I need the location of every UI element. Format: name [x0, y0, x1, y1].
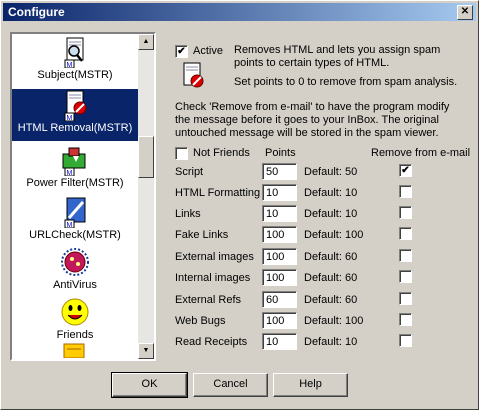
document-no-icon: M: [64, 90, 87, 121]
default-external-images: Default: 60: [304, 251, 358, 263]
sidebar-item-subject[interactable]: M Subject(MSTR): [12, 36, 138, 81]
remove-checkbox-web-bugs[interactable]: [399, 313, 412, 326]
scroll-up-button[interactable]: ▲: [138, 34, 154, 50]
configure-dialog: Configure ✕ M Subject(MSTR) M HTML Remov…: [0, 0, 479, 410]
remove-checkbox-html-formatting[interactable]: [399, 185, 412, 198]
not-friends-label: Not Friends: [193, 147, 250, 159]
default-web-bugs: Default: 100: [304, 315, 364, 327]
remove-checkbox-links[interactable]: [399, 206, 412, 219]
default-script: Default: 50: [304, 166, 358, 178]
default-external-refs: Default: 60: [304, 294, 358, 306]
default-html-formatting: Default: 10: [304, 187, 358, 199]
scroll-down-button[interactable]: ▼: [138, 343, 154, 359]
scroll-icon: [62, 342, 88, 359]
points-field-read-receipts[interactable]: 10: [262, 333, 297, 350]
row-label-links: Links: [175, 208, 201, 220]
points-field-fake-links[interactable]: 100: [262, 226, 297, 243]
sidebar-scrollbar[interactable]: ▲ ▼: [138, 34, 154, 359]
active-description: Removes HTML and lets you assign spam po…: [234, 44, 441, 69]
zero-points-note: Set points to 0 to remove from spam anal…: [234, 76, 458, 88]
row-label-web-bugs: Web Bugs: [175, 315, 226, 327]
points-field-script[interactable]: 50: [262, 163, 297, 180]
row-label-html-formatting: HTML Formatting: [175, 187, 261, 199]
row-label-external-images: External images: [175, 251, 254, 263]
help-button[interactable]: Help: [273, 373, 348, 397]
row-label-read-receipts: Read Receipts: [175, 336, 248, 348]
points-field-internal-images[interactable]: 100: [262, 269, 297, 286]
sidebar-item-label: AntiVirus: [53, 279, 97, 291]
sidebar-item-html-removal[interactable]: M HTML Removal(MSTR): [12, 89, 138, 141]
points-field-external-refs[interactable]: 60: [262, 291, 297, 308]
points-header: Points: [265, 147, 296, 159]
ok-button[interactable]: OK: [111, 372, 188, 398]
title-bar[interactable]: Configure ✕: [3, 3, 476, 21]
not-friends-checkbox[interactable]: [175, 147, 188, 160]
virus-icon: [61, 248, 89, 276]
sidebar-item-friends[interactable]: Friends: [12, 296, 138, 341]
default-internal-images: Default: 60: [304, 272, 358, 284]
sidebar-item-label: Subject(MSTR): [37, 69, 113, 81]
plugin-list[interactable]: M Subject(MSTR) M HTML Removal(MSTR) M P…: [10, 32, 156, 361]
sidebar-item-label: HTML Removal(MSTR): [15, 122, 135, 134]
document-magnifier-icon: M: [64, 37, 84, 68]
default-links: Default: 10: [304, 208, 358, 220]
default-fake-links: Default: 100: [304, 229, 364, 241]
window-title: Configure: [8, 5, 65, 19]
sidebar-item-label: Friends: [56, 329, 94, 341]
remove-checkbox-fake-links[interactable]: [399, 227, 412, 240]
cancel-button[interactable]: Cancel: [193, 373, 268, 397]
sidebar-item-label: URLCheck(MSTR): [29, 229, 121, 241]
remove-checkbox-script[interactable]: ✔: [399, 164, 412, 177]
points-field-web-bugs[interactable]: 100: [262, 312, 297, 329]
svg-text:M: M: [67, 170, 73, 176]
active-label: Active: [193, 45, 223, 57]
active-checkbox[interactable]: ✔: [175, 45, 188, 58]
remove-checkbox-internal-images[interactable]: [399, 270, 412, 283]
row-label-fake-links: Fake Links: [175, 229, 229, 241]
row-label-script: Script: [175, 166, 204, 178]
url-check-icon: M: [64, 197, 86, 228]
points-field-external-images[interactable]: 100: [262, 248, 297, 265]
power-filter-icon: M: [62, 147, 86, 176]
scroll-thumb[interactable]: [138, 136, 154, 178]
remove-checkbox-external-refs[interactable]: [399, 292, 412, 305]
remove-checkbox-read-receipts[interactable]: [399, 334, 412, 347]
row-label-external-refs: External Refs: [175, 294, 242, 306]
default-read-receipts: Default: 10: [304, 336, 358, 348]
close-button[interactable]: ✕: [457, 5, 473, 20]
sidebar-item-power-filter[interactable]: M Power Filter(MSTR): [12, 144, 138, 189]
svg-text:M: M: [67, 62, 73, 68]
points-field-links[interactable]: 10: [262, 205, 297, 222]
points-field-html-formatting[interactable]: 10: [262, 184, 297, 201]
remove-header: Remove from e-mail: [371, 147, 471, 159]
svg-text:M: M: [67, 222, 73, 228]
sidebar-item-label: Power Filter(MSTR): [26, 177, 124, 189]
smiley-icon: [61, 298, 89, 326]
remove-checkbox-external-images[interactable]: [399, 249, 412, 262]
svg-text:M: M: [67, 115, 73, 121]
sidebar-item-urlcheck[interactable]: M URLCheck(MSTR): [12, 196, 138, 241]
row-label-internal-images: Internal images: [175, 272, 251, 284]
sidebar-item-antivirus[interactable]: AntiVirus: [12, 246, 138, 291]
html-removal-icon: [183, 62, 204, 88]
remove-instructions: Check 'Remove from e-mail' to have the p…: [175, 101, 450, 139]
